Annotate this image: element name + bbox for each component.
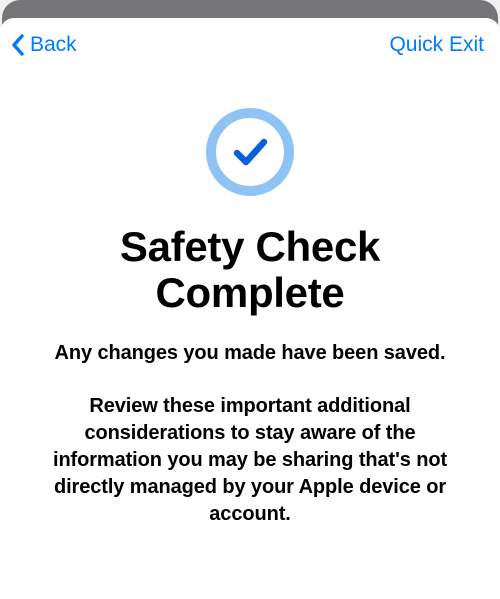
page-title: Safety Check Complete bbox=[20, 224, 480, 316]
nav-bar: Back Quick Exit bbox=[0, 18, 500, 70]
checkmark-icon bbox=[228, 130, 272, 174]
back-button[interactable]: Back bbox=[10, 32, 77, 58]
body-text: Review these important additional consid… bbox=[20, 393, 480, 528]
completion-badge bbox=[206, 108, 294, 196]
back-label: Back bbox=[30, 33, 77, 57]
chevron-left-icon bbox=[10, 32, 27, 58]
badge-ring-icon bbox=[206, 108, 294, 196]
content: Safety Check Complete Any changes you ma… bbox=[0, 70, 500, 528]
quick-exit-label: Quick Exit bbox=[389, 33, 484, 56]
subtitle-text: Any changes you made have been saved. bbox=[20, 340, 480, 367]
modal-sheet: Back Quick Exit Safety Check Complete An… bbox=[0, 18, 500, 599]
quick-exit-button[interactable]: Quick Exit bbox=[389, 33, 484, 57]
